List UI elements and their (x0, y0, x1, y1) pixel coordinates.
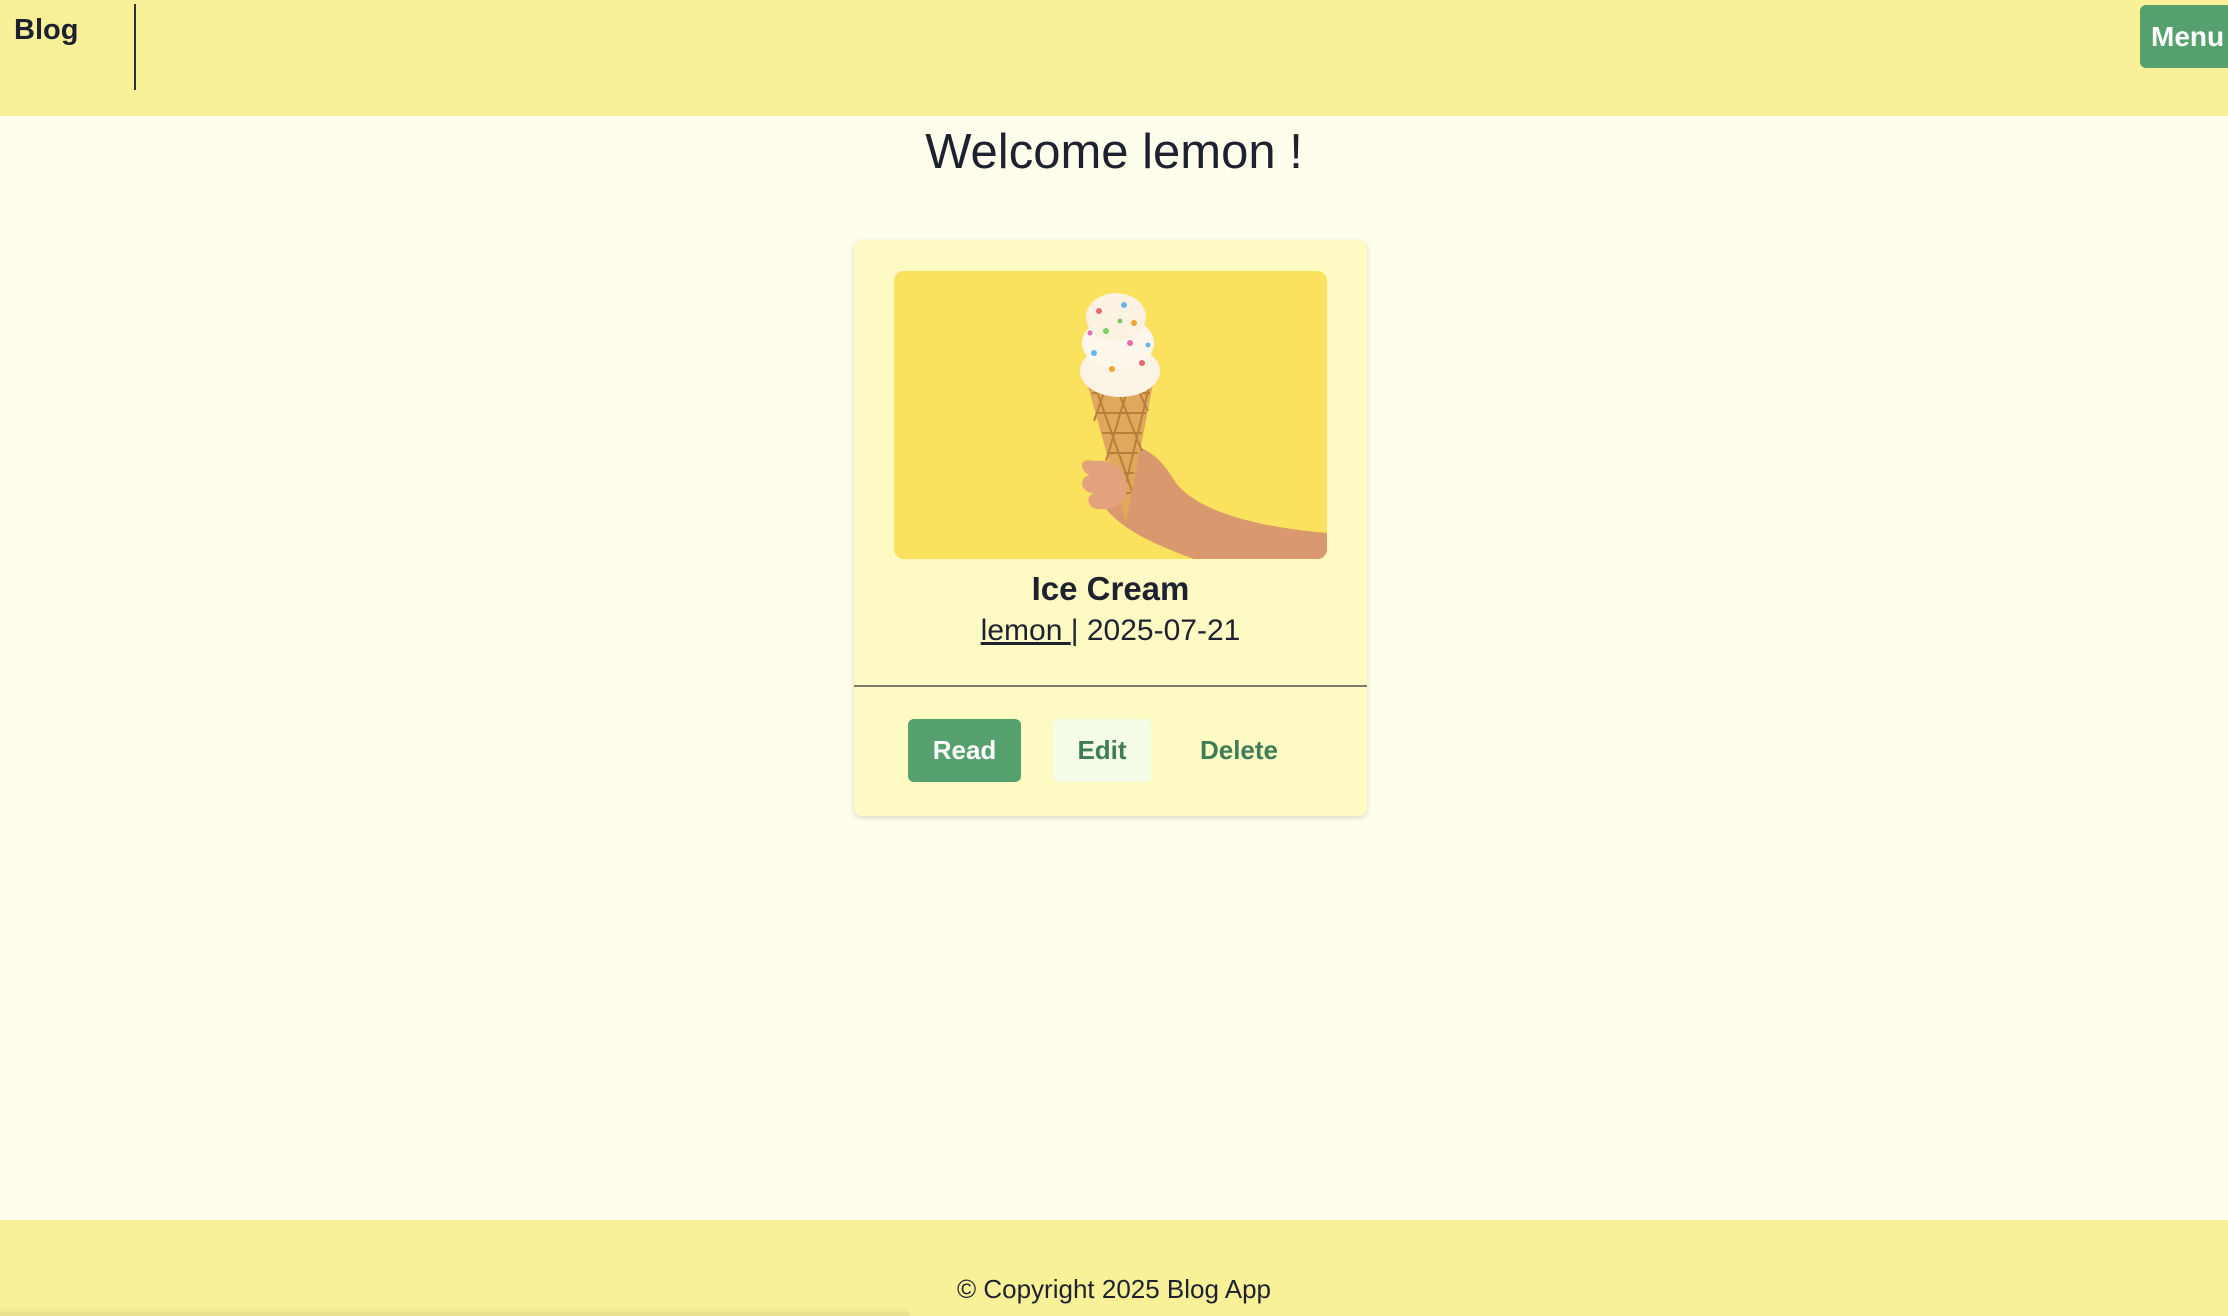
footer-shadow (0, 1306, 910, 1316)
edit-button[interactable]: Edit (1053, 719, 1151, 782)
meta-separator: | (1070, 614, 1079, 647)
welcome-heading: Welcome lemon ! (925, 125, 1303, 179)
copyright-text: © Copyright 2025 Blog App (956, 1274, 1272, 1304)
post-date: 2025-07-21 (1086, 614, 1241, 647)
top-nav-bar: Blog Menu (0, 0, 2228, 116)
brand-logo-link[interactable]: Blog (14, 14, 78, 47)
read-button[interactable]: Read (908, 719, 1021, 782)
post-meta: lemon | 2025-07-21 (854, 614, 1367, 648)
card-divider (854, 685, 1367, 687)
post-title: Ice Cream (1031, 570, 1190, 607)
delete-button[interactable]: Delete (1184, 719, 1294, 782)
ice-cream-cone-image (894, 271, 1327, 559)
footer: © Copyright 2025 Blog App (0, 1220, 2228, 1316)
post-image (894, 271, 1327, 559)
header-divider (134, 4, 136, 90)
menu-button[interactable]: Menu (2140, 5, 2228, 68)
post-card: Ice Cream lemon | 2025-07-21 Read Edit D… (854, 240, 1367, 816)
post-author-link[interactable]: lemon (981, 614, 1071, 647)
